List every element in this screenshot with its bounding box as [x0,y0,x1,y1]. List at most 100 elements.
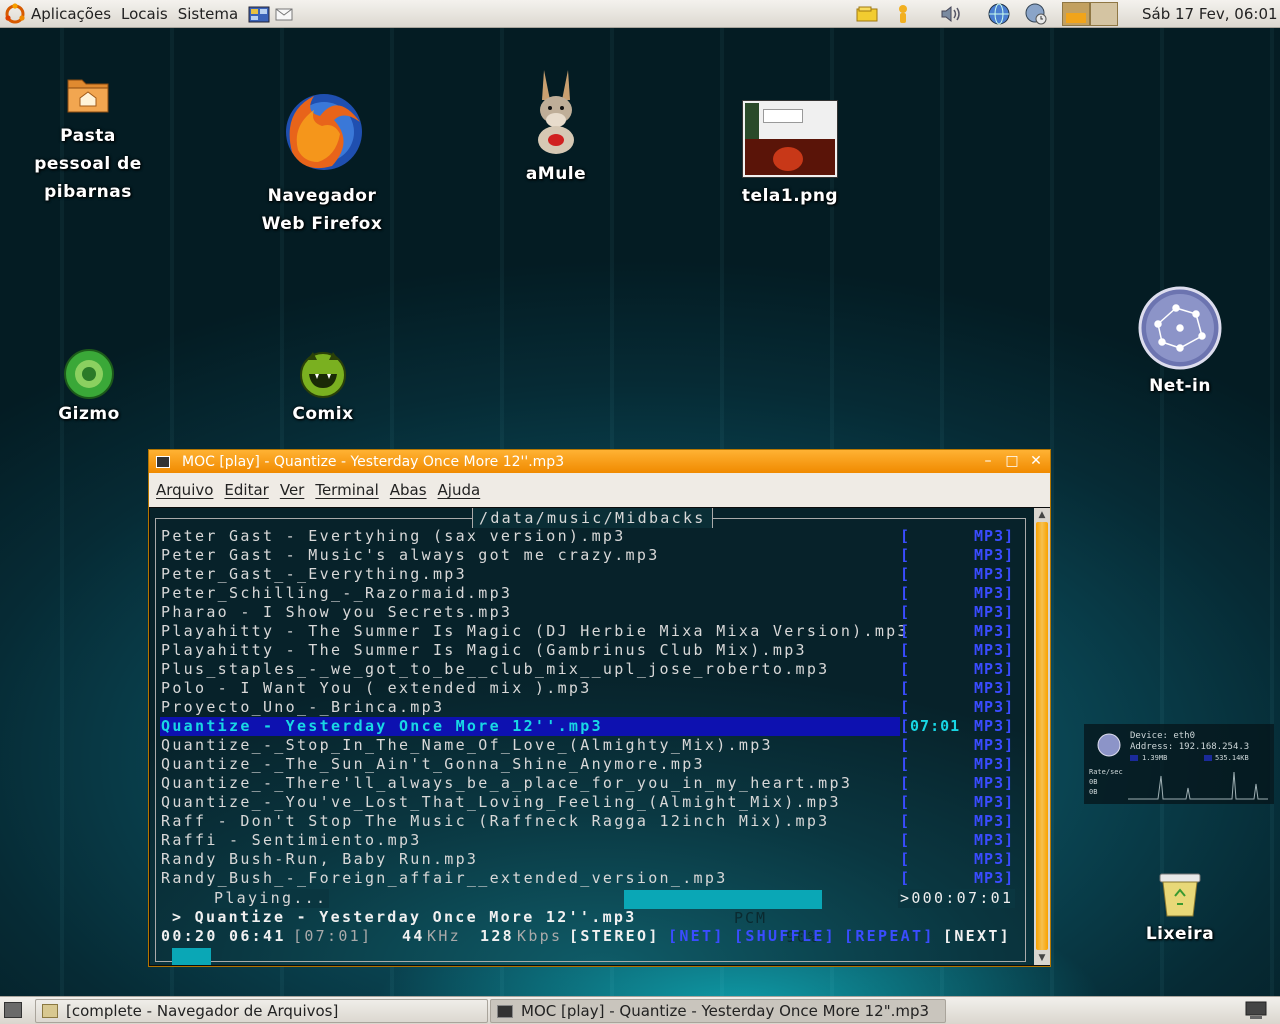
scroll-up-arrow-icon[interactable]: ▲ [1034,508,1050,522]
volume-bar[interactable]: PCM 90% [624,890,822,946]
desktop-icon-label: Lixeira [1145,924,1215,944]
mail-icon[interactable] [275,6,293,22]
file-name: Quantize_-_The_Sun_Ain't_Gonna_Shine_Any… [161,755,705,773]
desktop-icon-comix[interactable]: Comix [268,348,378,428]
desktop-icon-home-folder[interactable]: Pasta pessoal de pibarnas [22,72,154,206]
file-format: MP3 [974,736,1005,754]
down-color-swatch [1130,755,1138,761]
workspace-2[interactable] [1090,2,1118,26]
playlist-row[interactable]: Quantize_-_You've_Lost_That_Loving_Feeli… [150,793,1030,812]
playlist-row[interactable]: Peter_Schilling_-_Razormaid.mp3 [MP3] [150,584,1030,603]
file-name: Quantize_-_You've_Lost_That_Loving_Feeli… [161,793,841,811]
desktop-icon-label: Gizmo [58,404,120,424]
taskbar-item-moc[interactable]: MOC [play] - Quantize - Yesterday Once M… [490,999,946,1023]
desktop-icon-screenshot[interactable]: tela1.png [734,100,846,210]
close-icon[interactable]: ✕ [1027,452,1045,470]
playlist-row[interactable]: Quantize_-_The_Sun_Ain't_Gonna_Shine_Any… [150,755,1030,774]
desktop-icon-trash[interactable]: Lixeira [1124,868,1236,948]
file-time: 07:01 [910,717,961,735]
scroll-down-arrow-icon[interactable]: ▼ [1034,951,1050,965]
file-format: MP3 [974,831,1005,849]
ubuntu-logo-icon[interactable] [4,2,26,25]
repeat-flag: [REPEAT] [844,927,935,945]
menu-terminal[interactable]: Terminal [315,481,378,499]
taskbar-item-file-browser[interactable]: [complete - Navegador de Arquivos] [35,999,488,1023]
file-time-format: [MP3] [900,850,1015,868]
song-progress-track[interactable] [172,948,1010,965]
bitrate-unit: Kbps [517,927,563,945]
menu-places[interactable]: Locais [116,0,173,28]
menu-tabs[interactable]: Abas [390,481,427,499]
next-flag: [NEXT] [943,927,1011,945]
playlist-row[interactable]: Plus_staples_-_we_got_to_be__club_mix__u… [150,660,1030,679]
playlist-row[interactable]: Peter Gast - Evertyhing (sax version).mp… [150,527,1030,546]
playlist-row[interactable]: Peter_Gast_-_Everything.mp3 [MP3] [150,565,1030,584]
file-browser-icon [42,1004,58,1018]
net-device: Device: eth0 [1130,731,1196,741]
home-folder-icon [67,79,109,113]
menu-system[interactable]: Sistema [173,0,243,28]
maximize-icon[interactable]: □ [1003,452,1021,470]
file-time-format: [MP3] [900,755,1015,773]
amule-icon [538,70,574,154]
menu-applications[interactable]: Aplicações [26,0,116,28]
update-notifier-icon[interactable] [1022,2,1050,26]
desktop-icon-net-in[interactable]: Net-in [1124,284,1236,400]
song-duration: [07:01] [293,927,373,945]
playlist-row[interactable]: Pharao - I Show you Secrets.mp3 [MP3] [150,603,1030,622]
network-monitor-widget: Device: eth0 Address: 192.168.254.3 1.39… [1084,724,1274,804]
show-desktop-icon[interactable] [4,1002,22,1018]
song-progress-fill [172,948,212,965]
desktop-icon-amule[interactable]: aMule [500,64,612,188]
playlist-row[interactable]: Playahitty - The Summer Is Magic (DJ Her… [150,622,1030,641]
sample-rate-unit: KHz [427,927,461,945]
desktop-icon-label: aMule [525,164,587,184]
terminal-window[interactable]: MOC [play] - Quantize - Yesterday Once M… [148,449,1051,967]
network-globe-icon[interactable] [986,2,1012,26]
scrollbar-thumb[interactable] [1036,522,1048,950]
file-name: Playahitty - The Summer Is Magic (DJ Her… [161,622,909,640]
file-format: MP3 [974,774,1005,792]
terminal-screen[interactable]: /data/music/Midbacks Peter Gast - Everty… [150,508,1034,965]
playlist-row[interactable]: Quantize_-_There'll_always_be_a_place_fo… [150,774,1030,793]
window-titlebar[interactable]: MOC [play] - Quantize - Yesterday Once M… [149,450,1050,473]
file-format: MP3 [974,622,1005,640]
desktop-icon-firefox[interactable]: Navegador Web Firefox [252,82,392,238]
terminal-icon [156,455,170,468]
file-time-format: [MP3] [900,679,1015,697]
desktop-icon-label: Pasta pessoal de pibarnas [34,126,142,202]
playlist-row[interactable]: Playahitty - The Summer Is Magic (Gambri… [150,641,1030,660]
playlist-row[interactable]: Proyecto_Uno_-_Brinca.mp3 [MP3] [150,698,1030,717]
playlist-row[interactable]: Peter Gast - Music's always got me crazy… [150,546,1030,565]
file-format: MP3 [974,584,1005,602]
playlist-row[interactable]: Raffi - Sentimiento.mp3 [MP3] [150,831,1030,850]
playlist-row[interactable]: Polo - I Want You ( extended mix ).mp3 [M… [150,679,1030,698]
desktop-icon-gizmo[interactable]: Gizmo [34,348,144,428]
window-title: MOC [play] - Quantize - Yesterday Once M… [182,453,565,470]
file-format: MP3 [974,641,1005,659]
menu-edit[interactable]: Editar [224,481,268,499]
menu-view[interactable]: Ver [280,481,305,499]
gizmo-tray-icon[interactable] [890,2,916,26]
terminal-scrollbar[interactable]: ▲ ▼ [1034,508,1050,965]
workspace-switcher-icon[interactable] [1244,1000,1268,1020]
mixer-label: PCM [734,909,768,927]
file-time-format: [MP3] [900,546,1015,564]
minimize-icon[interactable]: – [979,452,997,470]
sample-rate: 44 [402,927,425,945]
playlist-row[interactable]: Raff - Don't Stop The Music (Raffneck Ra… [150,812,1030,831]
file-name: Randy_Bush_-_Foreign_affair__extended_ve… [161,869,728,887]
playlist-row[interactable]: Randy Bush-Run, Baby Run.mp3 [MP3] [150,850,1030,869]
notes-icon[interactable] [854,2,880,26]
clock[interactable]: Sáb 17 Fev, 06:01 [1142,0,1278,28]
net-flag: [NET] [668,927,725,945]
playlist-row[interactable]: Randy_Bush_-_Foreign_affair__extended_ve… [150,869,1030,888]
playlist-row-selected[interactable]: Quantize - Yesterday Once More 12''.mp3[… [150,717,1030,736]
file-name: Raffi - Sentimiento.mp3 [161,831,422,849]
menu-help[interactable]: Ajuda [438,481,481,499]
playlist-row[interactable]: Quantize_-_Stop_In_The_Name_Of_Love_(Alm… [150,736,1030,755]
workspace-1[interactable] [1062,2,1090,26]
menu-file[interactable]: Arquivo [156,481,213,499]
workspace-launcher-icon[interactable] [247,3,271,25]
volume-icon[interactable] [938,2,964,26]
